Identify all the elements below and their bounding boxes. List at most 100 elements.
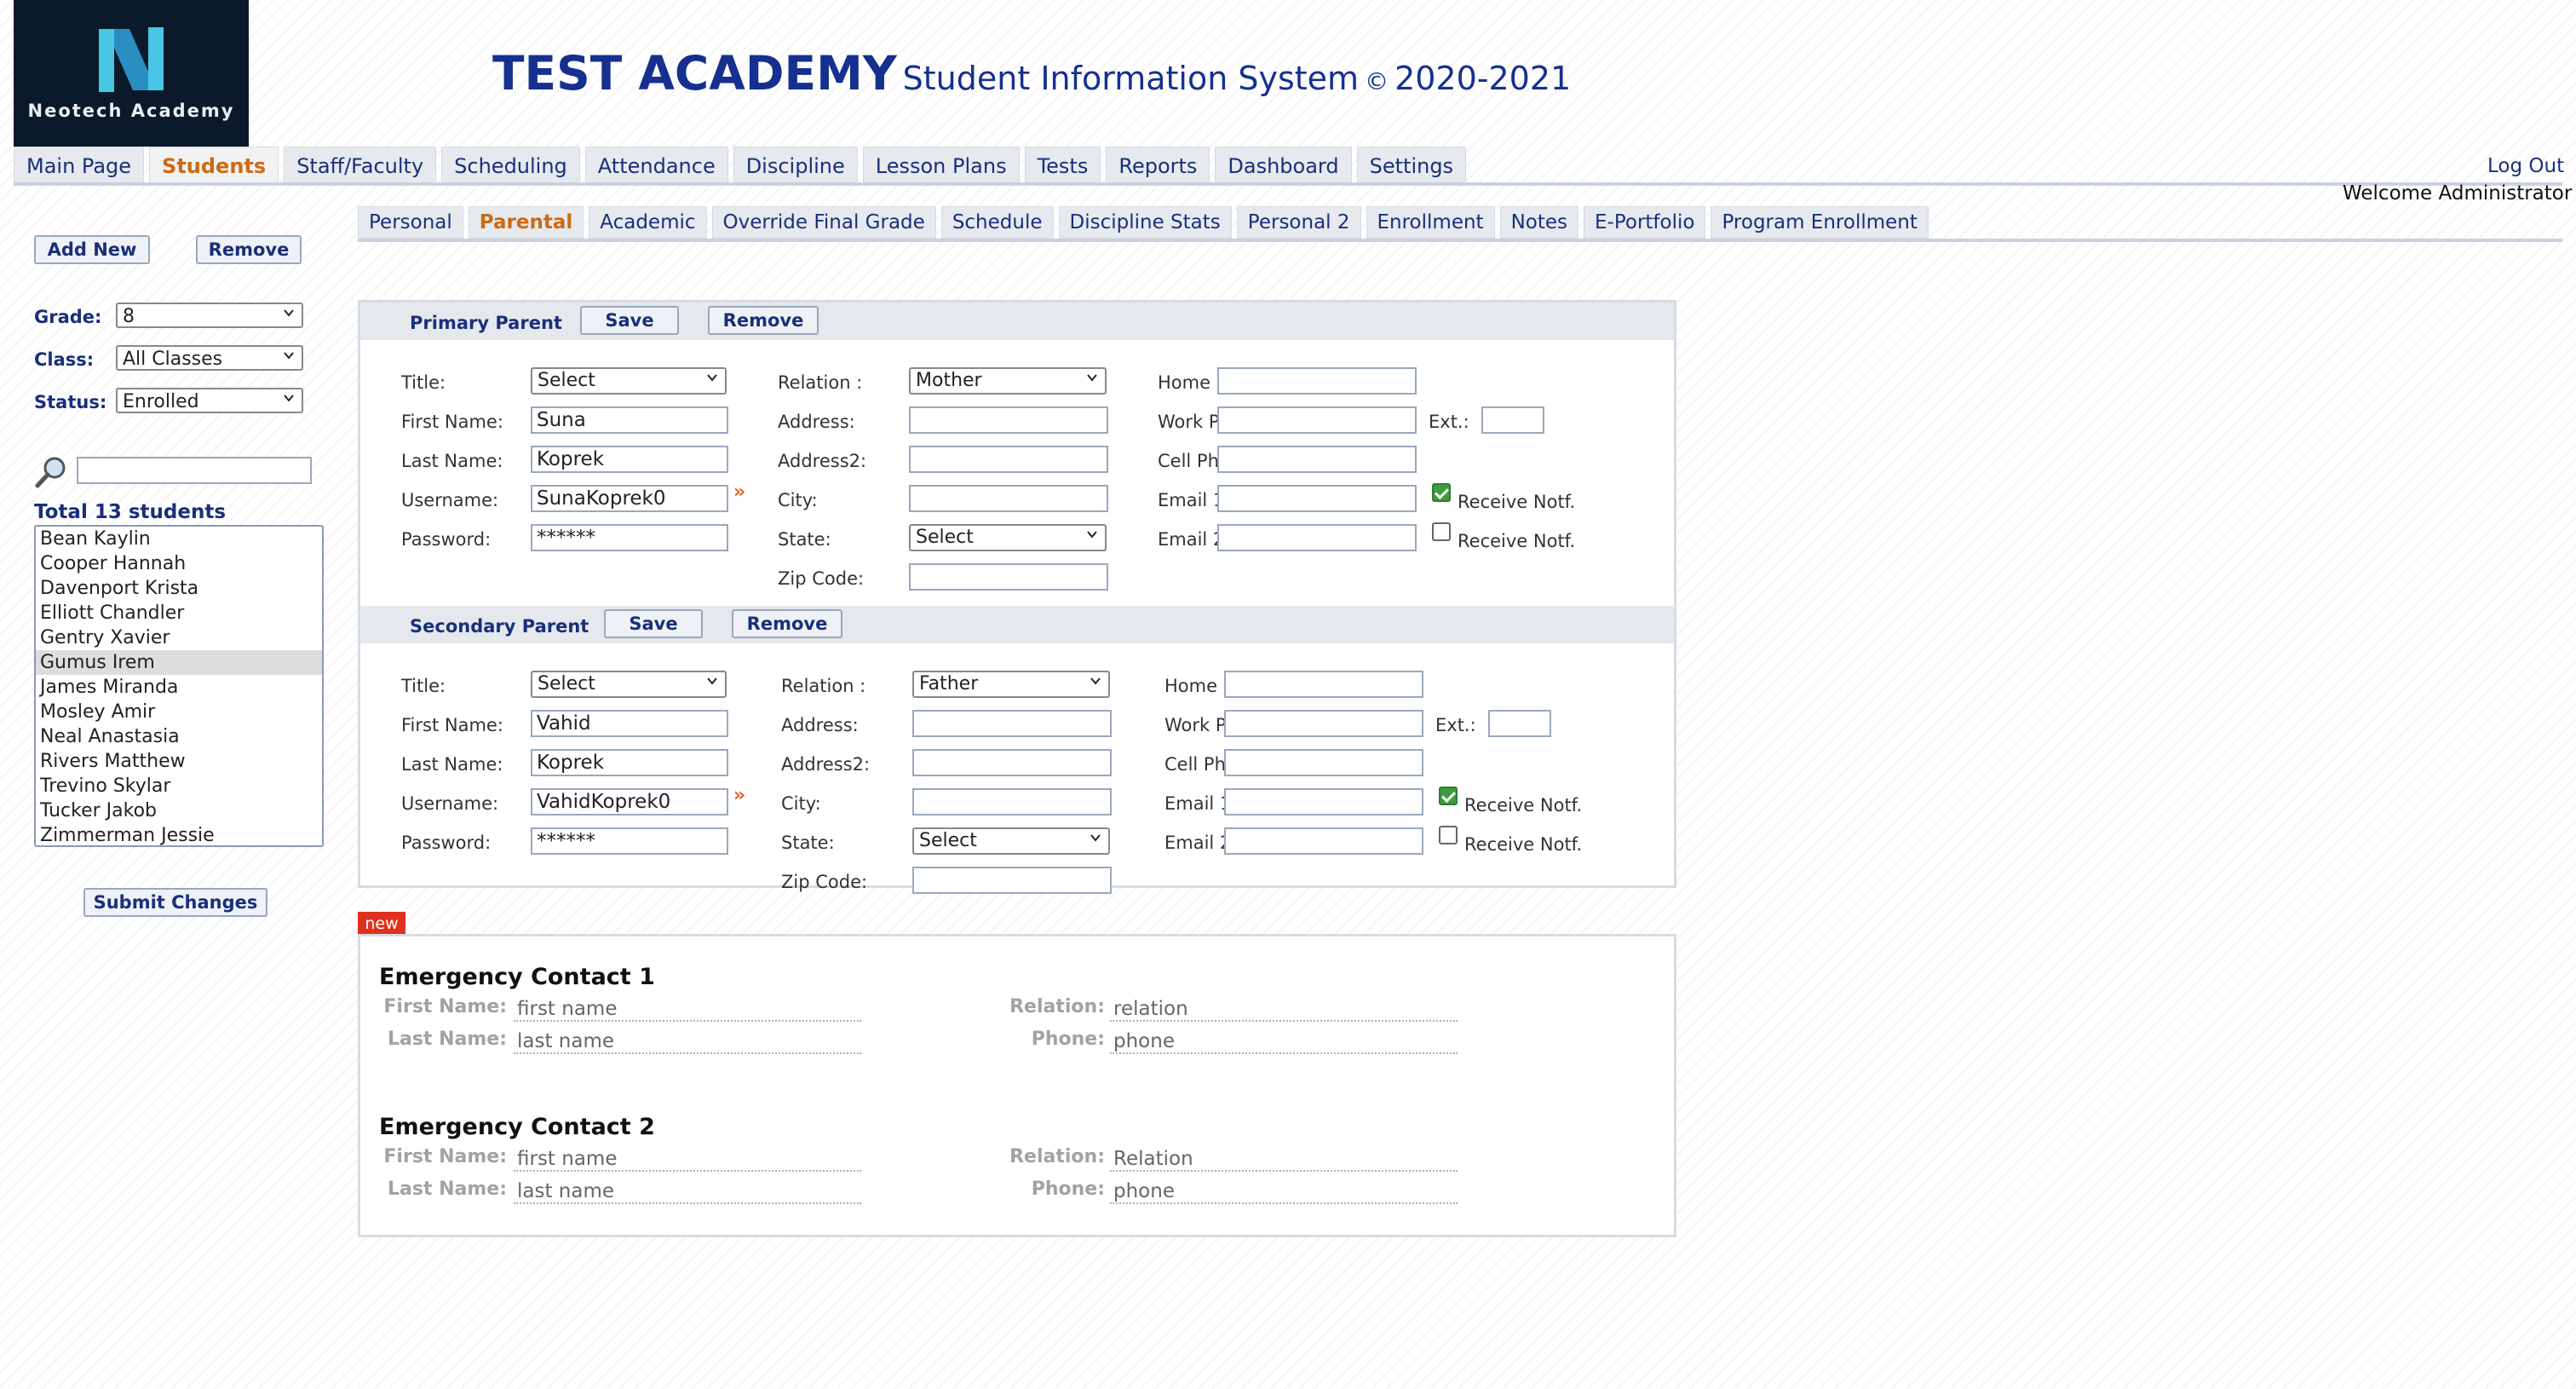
sub-nav-tab[interactable]: Personal [358,206,463,239]
student-list[interactable]: Bean Kaylin Cooper Hannah Davenport Krista… [34,525,324,847]
main-nav-tab[interactable]: Staff/Faculty [284,147,437,183]
class-select[interactable]: All Classes [116,345,303,371]
username-input[interactable]: SunaKoprek0 [531,485,728,512]
status-select[interactable]: Enrolled [116,388,303,413]
username-arrows-icon[interactable]: » [733,785,745,806]
remove-student-button[interactable]: Remove [196,235,302,264]
address2-input[interactable] [909,446,1108,473]
student-list-item[interactable]: Gentry Xavier [36,625,322,650]
ext-input[interactable] [1488,710,1551,737]
zip-input[interactable] [909,563,1108,591]
sub-nav-tab[interactable]: Academic [589,206,707,239]
emergency-phone-input[interactable]: phone [1110,1029,1458,1054]
relation-select[interactable]: Mother [909,367,1107,395]
student-list-item[interactable]: Neal Anastasia [36,724,322,749]
email2-input[interactable] [1224,827,1423,855]
work-phone-input[interactable] [1224,710,1423,737]
primary-save-button[interactable]: Save [580,306,679,335]
first-name-input[interactable]: Suna [531,406,728,434]
student-list-item[interactable]: Rivers Matthew [36,749,322,774]
ext-input[interactable] [1481,406,1544,434]
student-search-input[interactable] [77,457,312,484]
work-phone-input[interactable] [1217,406,1417,434]
sub-nav-tab[interactable]: Discipline Stats [1058,206,1232,239]
student-list-item[interactable]: Gumus Irem [36,650,322,675]
city-input[interactable] [912,788,1112,816]
zip-input[interactable] [912,867,1112,894]
address-input[interactable] [909,406,1108,434]
main-nav-tab[interactable]: Attendance [584,147,728,183]
student-list-item[interactable]: Tucker Jakob [36,798,322,823]
address2-input[interactable] [912,749,1112,776]
address-input[interactable] [912,710,1112,737]
student-list-item[interactable]: Cooper Hannah [36,551,322,576]
main-nav-tab[interactable]: Dashboard [1215,147,1352,183]
sub-nav-tab[interactable]: Parental [468,206,584,239]
student-list-item[interactable]: Bean Kaylin [36,527,322,551]
sub-nav-tab[interactable]: Schedule [940,206,1054,239]
sub-nav-tab[interactable]: Override Final Grade [711,206,936,239]
emergency-last-name-input[interactable]: last name [514,1179,861,1204]
email1-notify-checkbox[interactable] [1439,787,1458,805]
student-list-item[interactable]: Elliott Chandler [36,601,322,625]
password-input[interactable]: ****** [531,524,728,551]
sub-nav-tab[interactable]: Enrollment [1366,206,1495,239]
zip-label: Zip Code: [781,872,868,892]
secondary-remove-button[interactable]: Remove [732,609,842,638]
secondary-save-button[interactable]: Save [604,609,703,638]
email1-input[interactable] [1217,485,1417,512]
main-nav-tab[interactable]: Settings [1356,147,1467,183]
cell-phone-input[interactable] [1224,749,1423,776]
student-list-item[interactable]: Davenport Krista [36,576,322,601]
email2-input[interactable] [1217,524,1417,551]
add-new-button[interactable]: Add New [34,235,150,264]
sub-nav-tab[interactable]: E-Portfolio [1584,206,1706,239]
title-select[interactable]: Select [531,367,727,395]
emergency-first-name-input[interactable]: first name [514,996,861,1022]
main-nav-tab[interactable]: Main Page [14,147,145,183]
first-name-input[interactable]: Vahid [531,710,728,737]
state-select[interactable]: Select [909,524,1107,551]
sub-nav-tab[interactable]: Program Enrollment [1711,206,1929,239]
emergency-relation-input[interactable]: Relation [1110,1146,1458,1172]
student-list-item[interactable]: Zimmerman Jessie [36,823,322,848]
home-phone-input[interactable] [1217,367,1417,395]
student-list-item[interactable]: James Miranda [36,675,322,700]
student-list-item[interactable]: Mosley Amir [36,700,322,724]
email2-notify-checkbox[interactable] [1432,522,1451,541]
cell-phone-input[interactable] [1217,446,1417,473]
home-phone-input[interactable] [1224,671,1423,698]
email1-notify-checkbox[interactable] [1432,483,1451,502]
username-input[interactable]: VahidKoprek0 [531,788,728,816]
main-nav-tab[interactable]: Discipline [733,147,858,183]
main-nav-tab[interactable]: Scheduling [441,147,580,183]
main-nav-tab[interactable]: Students [149,147,279,183]
submit-changes-button[interactable]: Submit Changes [83,888,267,917]
class-value: All Classes [123,349,223,370]
sub-nav-tab[interactable]: Personal 2 [1236,206,1361,239]
student-list-item[interactable]: Trevino Skylar [36,774,322,798]
search-icon[interactable] [34,455,70,489]
emergency-first-name-input[interactable]: first name [514,1146,861,1172]
state-select[interactable]: Select [912,827,1110,855]
emergency-last-name-input[interactable]: last name [514,1029,861,1054]
email2-notify-checkbox[interactable] [1439,826,1458,844]
relation-select[interactable]: Father [912,671,1110,698]
sub-nav-tab[interactable]: Notes [1499,206,1578,239]
city-input[interactable] [909,485,1108,512]
main-nav-tab[interactable]: Reports [1106,147,1210,183]
main-nav-tab[interactable]: Lesson Plans [862,147,1020,183]
username-arrows-icon[interactable]: » [733,481,745,503]
emergency-relation-input[interactable]: relation [1110,996,1458,1022]
grade-select[interactable]: 8 [116,303,303,328]
emergency-phone-input[interactable]: phone [1110,1179,1458,1204]
password-input[interactable]: ****** [531,827,728,855]
title-select[interactable]: Select [531,671,727,698]
main-nav-tab[interactable]: Tests [1024,147,1101,183]
primary-remove-button[interactable]: Remove [708,306,819,335]
academy-logo[interactable]: Neotech Academy [14,0,249,147]
last-name-input[interactable]: Koprek [531,446,728,473]
last-name-input[interactable]: Koprek [531,749,728,776]
email1-input[interactable] [1224,788,1423,816]
logout-link[interactable]: Log Out [2487,155,2564,177]
